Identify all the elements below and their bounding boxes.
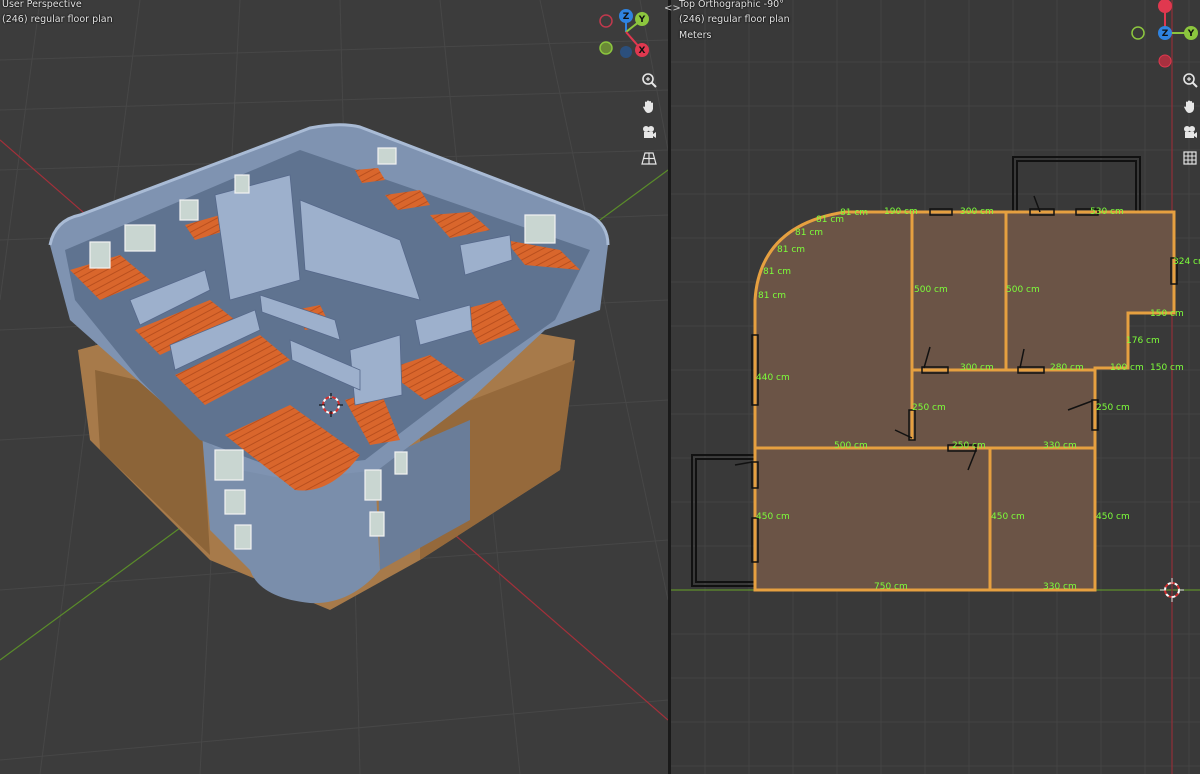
split-toggle[interactable]: <>	[664, 2, 681, 16]
building-model[interactable]	[48, 123, 610, 610]
camera-icon[interactable]	[1179, 121, 1200, 143]
dim-top-1: 190 cm	[884, 207, 918, 217]
dim-mid-5: 100 cm	[1110, 363, 1144, 373]
dim-center-3: 500 cm	[834, 441, 868, 451]
y-label: Y	[1187, 29, 1195, 39]
dim-center-2: 250 cm	[1096, 403, 1130, 413]
dim-center-4: 250 cm	[952, 441, 986, 451]
view-name: Top Orthographic -90°	[679, 0, 784, 10]
neg-y-handle	[1131, 26, 1145, 40]
perspective-scene	[0, 0, 668, 774]
dim-top-3: 530 cm	[1090, 207, 1124, 217]
z-label: Z	[623, 12, 630, 22]
dim-right-3: 176 cm	[1126, 336, 1160, 346]
z-label: Z	[1162, 29, 1169, 39]
y-label: Y	[638, 15, 646, 25]
dim-mid-2: 500 cm	[1006, 285, 1040, 295]
neg-y-handle	[599, 41, 613, 55]
dim-right-1: 324 cm	[1173, 257, 1200, 267]
floor-plan-scene: 81 cm 81 cm 81 cm 81 cm 81 cm 81 cm 190 …	[671, 0, 1200, 774]
dim-arc-3: 81 cm	[795, 228, 823, 238]
units-label: Meters	[679, 30, 712, 41]
neg-z-handle	[620, 46, 632, 58]
dim-bottom-1: 750 cm	[874, 582, 908, 592]
neg-x-handle	[1158, 0, 1172, 13]
hand-pan-icon[interactable]	[638, 95, 660, 117]
neg-x-handle	[599, 14, 613, 28]
zoom-icon[interactable]	[1179, 69, 1200, 91]
zoom-icon[interactable]	[638, 69, 660, 91]
dim-bottom-2: 330 cm	[1043, 582, 1077, 592]
grid-perspective-icon[interactable]	[638, 147, 660, 169]
orthographic-viewport[interactable]: 81 cm 81 cm 81 cm 81 cm 81 cm 81 cm 190 …	[671, 0, 1200, 774]
dim-center-5: 330 cm	[1043, 441, 1077, 451]
dim-top-2: 300 cm	[960, 207, 994, 217]
dim-mid-4: 280 cm	[1050, 363, 1084, 373]
perspective-viewport[interactable]: User Perspective (246) regular floor pla…	[0, 0, 668, 774]
hand-pan-icon[interactable]	[1179, 95, 1200, 117]
dim-arc-4: 81 cm	[777, 245, 805, 255]
navigation-gizmo[interactable]: Z Y	[1129, 0, 1200, 70]
collection-label: (246) regular floor plan	[679, 14, 790, 25]
dim-left-2: 450 cm	[756, 512, 790, 522]
dim-mid-1: 500 cm	[914, 285, 948, 295]
dim-arc-5: 81 cm	[763, 267, 791, 277]
dim-lower-1: 450 cm	[991, 512, 1025, 522]
x-label: X	[639, 46, 646, 56]
camera-icon[interactable]	[638, 121, 660, 143]
dim-left-1: 440 cm	[756, 373, 790, 383]
dim-arc-6: 81 cm	[758, 291, 786, 301]
dim-mid-3: 300 cm	[960, 363, 994, 373]
dim-center-1: 250 cm	[912, 403, 946, 413]
dim-right-2: 150 cm	[1150, 309, 1184, 319]
dim-right-4: 150 cm	[1150, 363, 1184, 373]
dim-arc-2: 81 cm	[816, 215, 844, 225]
navigation-gizmo[interactable]: Z Y X	[596, 5, 658, 63]
dim-lower-2: 450 cm	[1096, 512, 1130, 522]
x-axis-handle-bottom	[1158, 54, 1172, 68]
view-name: User Perspective	[2, 0, 82, 10]
grid-ortho-icon[interactable]	[1179, 147, 1200, 169]
collection-label: (246) regular floor plan	[2, 14, 113, 25]
dim-arc-1: 81 cm	[840, 208, 868, 218]
floor-plan-area[interactable]	[753, 210, 1176, 592]
